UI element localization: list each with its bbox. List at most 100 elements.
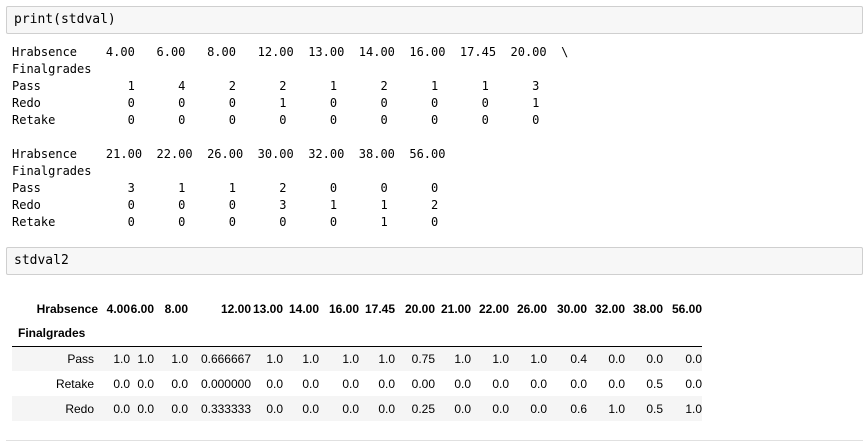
table-cell: 0.0: [266, 401, 283, 416]
output-line: Retake 0 0 0 0 0 1 0: [12, 215, 439, 229]
table-cell: 0.0: [378, 376, 395, 391]
index-name: Finalgrades: [18, 326, 86, 341]
table-cell: 0.0: [454, 401, 471, 416]
table-cell: 1.0: [302, 351, 319, 366]
table-cell: 0.6: [570, 401, 587, 416]
table-cell: 1.0: [171, 351, 188, 366]
empty-header-cell: [130, 321, 154, 346]
column-header: 22.00: [478, 301, 509, 316]
empty-header-cell: [663, 321, 702, 346]
table-cell: 0.0: [266, 376, 283, 391]
column-header: 4.00: [106, 301, 130, 316]
table-row: Redo 0.0 0.0 0.0 0.333333 0.0 0.0 0.0 0.0 0.25 0.0…: [12, 396, 702, 421]
table-cell: 0.0: [171, 401, 188, 416]
column-header: 32.00: [594, 301, 625, 316]
table-cell: 0.333333: [200, 401, 251, 416]
table-cell: 0.0: [685, 351, 702, 366]
print-output: Hrabsence 4.00 6.00 8.00 12.00 13.00 14.…: [12, 44, 568, 231]
table-cell: 0.5: [646, 376, 663, 391]
empty-header-cell: [154, 321, 188, 346]
table-cell: 0.4: [570, 351, 587, 366]
table-cell: 1.0: [342, 351, 359, 366]
row-label: Retake: [55, 376, 94, 391]
column-header: 21.00: [440, 301, 471, 316]
table-cell: 0.0: [342, 401, 359, 416]
empty-header-cell: [435, 321, 471, 346]
empty-header-cell: [471, 321, 509, 346]
table-cell: 0.0: [570, 376, 587, 391]
table-cell: 0.0: [608, 351, 625, 366]
table-cell: 1.0: [378, 351, 395, 366]
column-header: 6.00: [130, 301, 154, 316]
empty-header-cell: [625, 321, 663, 346]
table-cell: 0.0: [171, 376, 188, 391]
table-cell: 0.0: [302, 376, 319, 391]
table-cell: 0.0: [342, 376, 359, 391]
table-cell: 0.666667: [200, 351, 251, 366]
empty-header-cell: [251, 321, 283, 346]
columns-name: Hrabsence: [36, 301, 98, 316]
column-header: 56.00: [671, 301, 702, 316]
empty-header-cell: [547, 321, 587, 346]
output-line: Redo 0 0 0 3 1 1 2: [12, 198, 439, 212]
table-cell: 1.0: [454, 351, 471, 366]
column-header: 13.00: [252, 301, 283, 316]
output-line: Pass 3 1 1 2 0 0 0: [12, 181, 439, 195]
row-label: Redo: [65, 401, 94, 416]
empty-header-cell: [509, 321, 547, 346]
output-line: Redo 0 0 0 1 0 0 0 0 1: [12, 96, 540, 110]
column-header: 12.00: [220, 301, 251, 316]
table-cell: 0.75: [411, 351, 435, 366]
table-cell: 0.0: [530, 401, 547, 416]
row-label: Pass: [67, 351, 94, 366]
table-cell: 0.0: [302, 401, 319, 416]
table-cell: 0.0: [454, 376, 471, 391]
column-header: 8.00: [164, 301, 188, 316]
output-line: Finalgrades: [12, 62, 92, 76]
table-cell: 0.0: [113, 376, 130, 391]
table-cell: 0.0: [492, 401, 509, 416]
table-cell: 0.0: [137, 401, 154, 416]
output-line: Retake 0 0 0 0 0 0 0 0 0: [12, 113, 540, 127]
empty-header-cell: [587, 321, 625, 346]
code-cell-input[interactable]: stdval2: [6, 247, 863, 275]
column-header-row: Hrabsence 4.00 6.00 8.00 12.00 13.00 14.00 16.…: [12, 296, 702, 321]
output-line: Hrabsence 21.00 22.00 26.00 30.00 32.00 …: [12, 147, 446, 161]
dataframe-table: Hrabsence 4.00 6.00 8.00 12.00 13.00 14.00 16.…: [12, 296, 702, 421]
column-header: 16.00: [328, 301, 359, 316]
table-cell: 0.0: [530, 376, 547, 391]
table-cell: 1.0: [266, 351, 283, 366]
table-cell: 0.25: [411, 401, 435, 416]
table-cell: 0.0: [137, 376, 154, 391]
cell-divider: [6, 440, 863, 441]
table-cell: 1.0: [492, 351, 509, 366]
table-cell: 0.0: [378, 401, 395, 416]
code-cell-input[interactable]: print(stdval): [6, 6, 863, 34]
column-header: 38.00: [632, 301, 663, 316]
output-line: Finalgrades: [12, 164, 92, 178]
dataframe-output: Hrabsence 4.00 6.00 8.00 12.00 13.00 14.00 16.…: [12, 296, 702, 421]
table-cell: 0.0: [685, 376, 702, 391]
empty-header-cell: [359, 321, 395, 346]
column-header: 30.00: [556, 301, 587, 316]
table-cell: 0.0: [646, 351, 663, 366]
empty-header-cell: [188, 321, 251, 346]
column-header: 26.00: [516, 301, 547, 316]
column-header: 20.00: [404, 301, 435, 316]
empty-header-cell: [98, 321, 130, 346]
table-cell: 0.000000: [200, 376, 251, 391]
table-row: Pass 1.0 1.0 1.0 0.666667 1.0 1.0 1.0 1.0 0.75 1.0…: [12, 346, 702, 371]
dataframe-body: Pass 1.0 1.0 1.0 0.666667 1.0 1.0 1.0 1.0 0.75 1.0…: [12, 346, 702, 421]
table-cell: 1.0: [685, 401, 702, 416]
column-header: 17.45: [364, 301, 395, 316]
output-line: Pass 1 4 2 2 1 2 1 1 3: [12, 79, 540, 93]
table-cell: 1.0: [530, 351, 547, 366]
table-cell: 0.0: [608, 376, 625, 391]
table-cell: 0.00: [411, 376, 435, 391]
empty-header-cell: [319, 321, 359, 346]
table-cell: 0.5: [646, 401, 663, 416]
table-cell: 1.0: [137, 351, 154, 366]
index-name-row: Finalgrades: [12, 321, 702, 346]
table-row: Retake 0.0 0.0 0.0 0.000000 0.0 0.0 0.0 0.0 0.00 0…: [12, 371, 702, 396]
